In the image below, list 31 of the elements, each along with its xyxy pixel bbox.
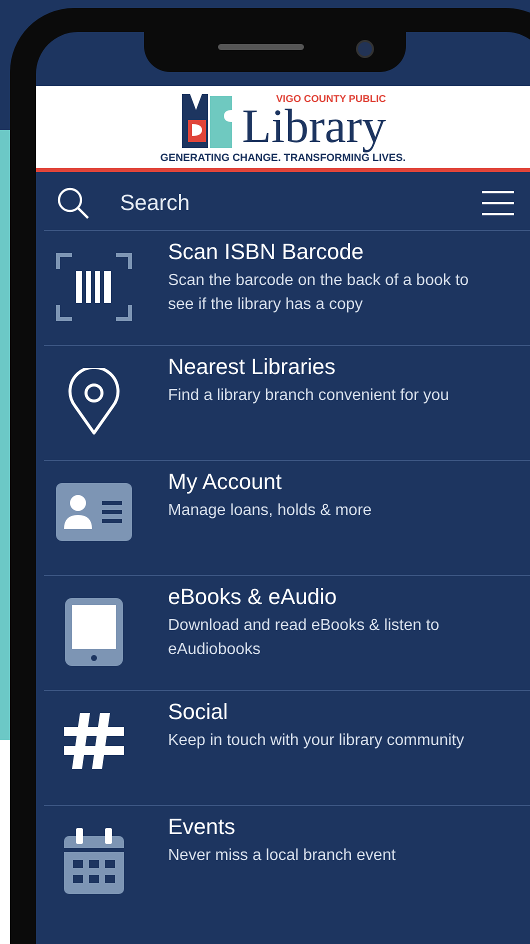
library-org-name: VIGO COUNTY PUBLIC <box>276 94 386 104</box>
menu-icon[interactable] <box>482 190 514 216</box>
calendar-icon <box>64 828 124 894</box>
item-title: Nearest Libraries <box>168 354 337 380</box>
library-tagline: GENERATING CHANGE. TRANSFORMING LIVES. <box>160 152 406 164</box>
search-icon[interactable] <box>56 186 90 220</box>
item-title: Events <box>168 814 236 840</box>
item-title: eBooks & eAudio <box>168 584 338 610</box>
item-title: Scan ISBN Barcode <box>168 239 365 265</box>
menu-item[interactable]: Events Never miss a local branch event <box>44 805 530 920</box>
item-description: Never miss a local branch event <box>168 846 396 866</box>
camera-lens <box>356 40 374 58</box>
item-title: Social <box>168 699 229 725</box>
menu-item[interactable]: Social Keep in touch with your library community <box>44 690 530 805</box>
item-description: Keep in touch with your library community <box>168 731 464 751</box>
item-description: Manage loans, holds & more <box>168 501 372 521</box>
search-field[interactable]: Search <box>118 189 454 217</box>
hashtag-icon <box>64 713 124 769</box>
menu-item[interactable]: Nearest Libraries Find a library branch convenient for you <box>44 345 530 460</box>
menu-item[interactable]: My Account Manage loans, holds & more <box>44 460 530 575</box>
item-title: My Account <box>168 469 283 495</box>
tablet-icon <box>65 598 123 666</box>
menu-item[interactable]: Scan ISBN Barcode Scan the barcode on the back of a book to see if the library has a copy <box>44 230 530 345</box>
library-logo-icon <box>180 92 234 150</box>
item-description: Scan the barcode on the back of a book to see if the library has a copy <box>168 271 470 315</box>
id-card-icon <box>56 483 132 541</box>
item-description: Find a library branch convenient for you <box>168 386 450 406</box>
menu-item[interactable]: eBooks & eAudio Download and read eBooks & listen to eAudiobooks <box>44 575 530 690</box>
item-description: Download and read eBooks & listen to eAudiobooks <box>168 616 440 660</box>
barcode-icon <box>56 253 132 321</box>
location-pin-icon <box>67 368 121 436</box>
